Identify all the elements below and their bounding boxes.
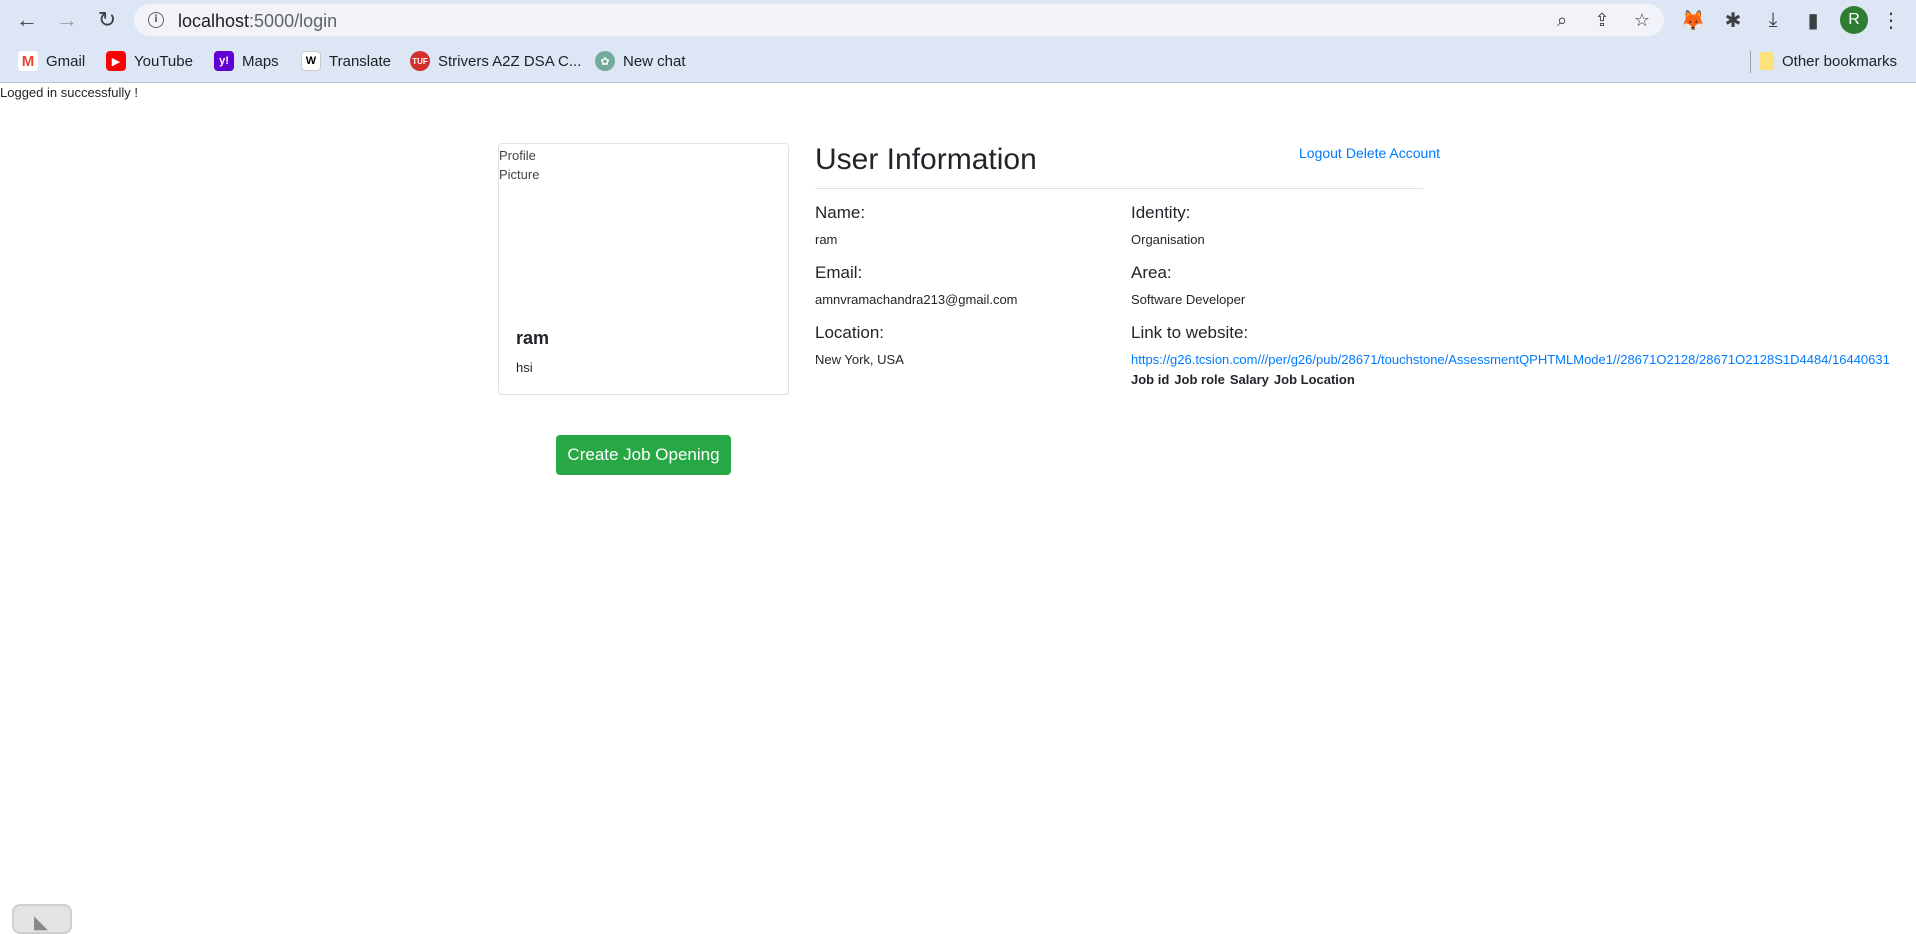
reload-icon[interactable]: ↻ <box>92 5 122 35</box>
name-value: ram <box>815 232 838 247</box>
folder-icon <box>1760 52 1774 70</box>
website-link[interactable]: https://g26.tcsion.com///per/g26/pub/286… <box>1131 352 1916 367</box>
forward-icon[interactable]: → <box>52 5 82 35</box>
flash-message: Logged in successfully ! <box>0 85 139 100</box>
address-bar[interactable]: i localhost:5000/login ⌕ ⇪ ☆ <box>134 4 1664 36</box>
identity-value: Organisation <box>1131 232 1205 247</box>
location-label: Location: <box>815 323 884 342</box>
area-value: Software Developer <box>1131 292 1246 307</box>
gmail-icon: M <box>18 51 38 71</box>
bookmark-star-icon[interactable]: ☆ <box>1631 9 1653 31</box>
bookmarks-bar: M Gmail ▶ YouTube y! Maps W Translate TU… <box>0 40 1916 83</box>
name-label: Name: <box>815 203 866 222</box>
youtube-icon: ▶ <box>106 51 126 71</box>
bookmarks-separator <box>1750 51 1751 73</box>
side-panel-icon[interactable]: ▮ <box>1798 5 1828 35</box>
header-salary: Salary <box>1229 372 1269 387</box>
download-icon[interactable]: ⤓ <box>1758 5 1788 35</box>
header-job-location: Job Location <box>1273 372 1355 387</box>
page-title: User Information <box>815 143 1037 176</box>
create-job-button[interactable]: Create Job Opening <box>556 435 731 475</box>
profile-avatar[interactable]: R <box>1840 6 1868 34</box>
site-info-icon[interactable]: i <box>148 12 164 28</box>
bookmark-gmail[interactable]: M Gmail <box>18 49 85 73</box>
extensions-icon[interactable]: ✱ <box>1718 5 1748 35</box>
corner-widget[interactable]: ◣ <box>12 904 72 934</box>
email-label: Email: <box>815 263 863 282</box>
bookmark-maps[interactable]: y! Maps <box>214 49 279 73</box>
profile-name: ram <box>516 328 550 348</box>
chatgpt-icon: ✿ <box>595 51 615 71</box>
url-text[interactable]: localhost:5000/login <box>178 11 337 32</box>
area-label: Area: <box>1131 263 1172 282</box>
location-value: New York, USA <box>815 352 904 367</box>
delete-account-link[interactable]: Delete Account <box>1346 145 1440 161</box>
other-bookmarks[interactable]: Other bookmarks <box>1760 49 1897 73</box>
bookmark-translate[interactable]: W Translate <box>301 49 391 73</box>
identity-label: Identity: <box>1131 203 1191 222</box>
zoom-icon[interactable]: ⌕ <box>1551 9 1573 31</box>
profile-card: Profile Picture ram hsi <box>498 143 789 395</box>
bookmark-youtube[interactable]: ▶ YouTube <box>106 49 193 73</box>
tuf-icon: TUF <box>410 51 430 71</box>
metamask-icon[interactable]: 🦊 <box>1678 5 1708 35</box>
bookmark-new-chat[interactable]: ✿ New chat <box>595 49 686 73</box>
yahoo-icon: y! <box>214 51 234 71</box>
bookmark-strivers[interactable]: TUF Strivers A2Z DSA C... <box>410 49 581 73</box>
menu-icon[interactable]: ⋮ <box>1876 5 1906 35</box>
email-value: amnvramachandra213@gmail.com <box>815 292 1018 307</box>
logout-link[interactable]: Logout <box>1299 145 1342 161</box>
chevron-icon: ◣ <box>34 912 48 932</box>
jobs-table-header: Job id Job role Salary Job Location <box>1131 372 1355 387</box>
back-icon[interactable]: ← <box>12 5 42 35</box>
share-icon[interactable]: ⇪ <box>1591 9 1613 31</box>
header-job-role: Job role <box>1174 372 1225 387</box>
header-job-id: Job id <box>1131 372 1170 387</box>
title-divider <box>815 188 1423 189</box>
profile-picture: Profile Picture <box>499 148 540 182</box>
browser-toolbar: ← → ↻ i localhost:5000/login ⌕ ⇪ ☆ 🦊 ✱ ⤓… <box>0 0 1916 40</box>
profile-bio: hsi <box>516 360 533 375</box>
website-label: Link to website: <box>1131 323 1249 342</box>
wikipedia-icon: W <box>301 51 321 71</box>
account-links: Logout Delete Account <box>1299 145 1444 161</box>
